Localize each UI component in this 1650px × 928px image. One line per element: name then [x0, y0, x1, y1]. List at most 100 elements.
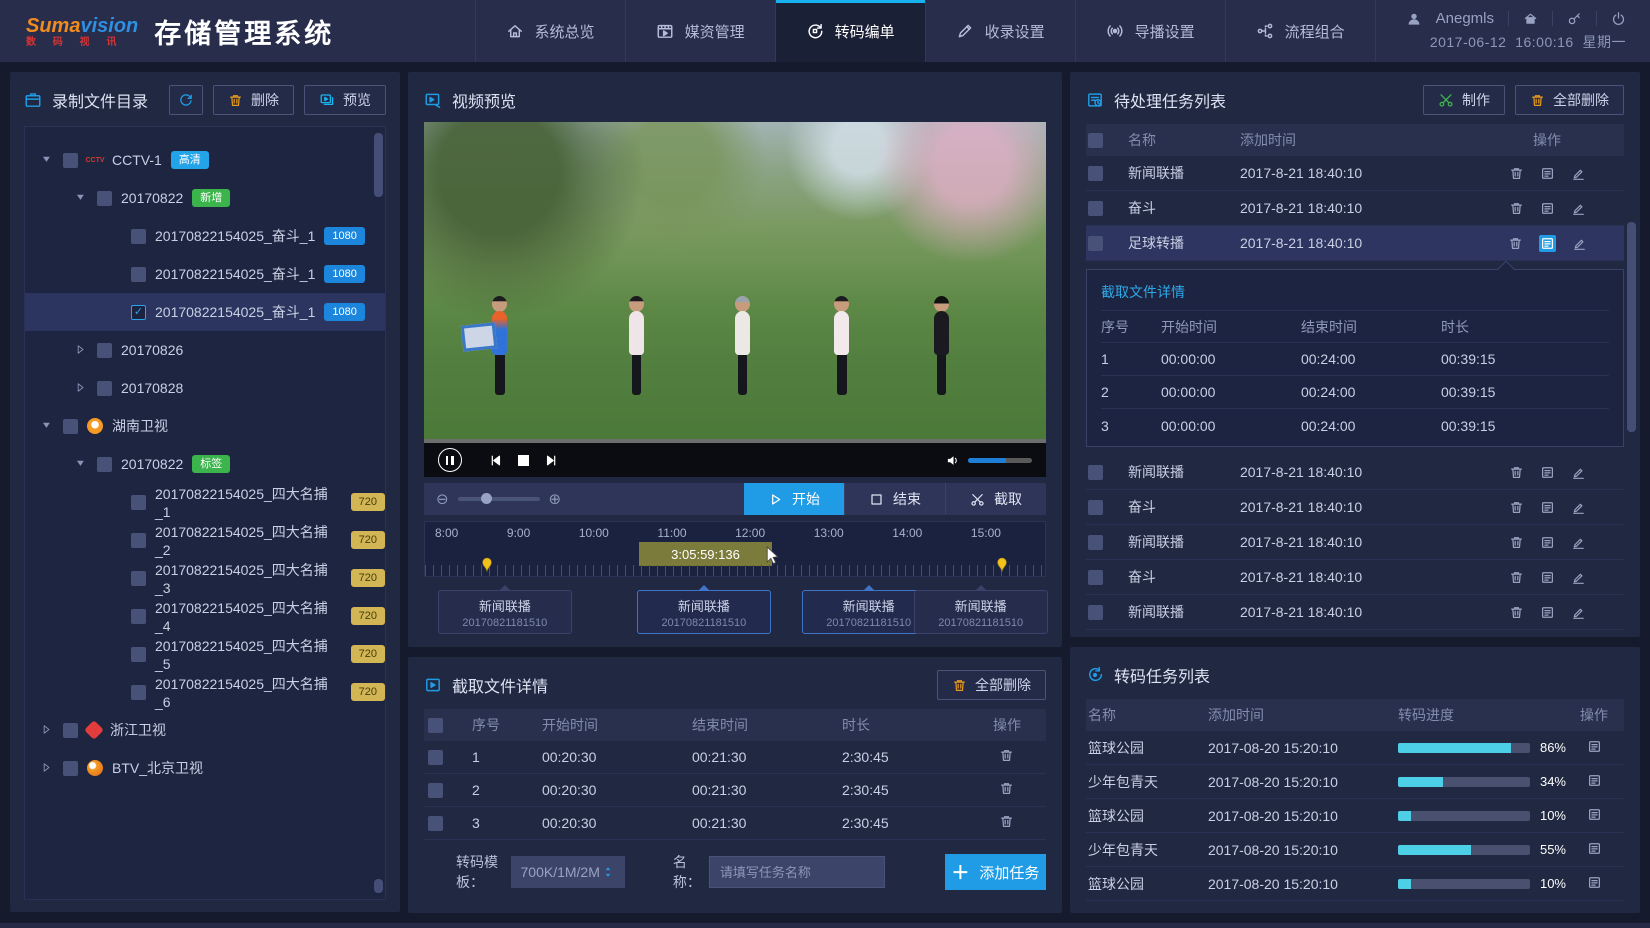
- timeline-marker-pin[interactable]: [481, 557, 492, 575]
- delete-row-icon[interactable]: [999, 814, 1014, 829]
- pending-task-row[interactable]: 足球转播2017-8-21 18:40:10: [1086, 226, 1624, 261]
- pending-task-row[interactable]: 奋斗2017-8-21 18:40:10: [1086, 490, 1624, 525]
- delete-task-icon[interactable]: [1509, 166, 1524, 181]
- scrollbar-down[interactable]: [374, 879, 383, 893]
- row-checkbox[interactable]: [1088, 236, 1103, 251]
- delete-row-icon[interactable]: [999, 748, 1014, 763]
- pending-task-row[interactable]: 新闻联播2017-8-21 18:40:10: [1086, 156, 1624, 191]
- refresh-button[interactable]: [169, 85, 203, 115]
- capture-button[interactable]: 截取: [945, 483, 1046, 515]
- make-button[interactable]: 制作: [1423, 85, 1505, 115]
- scrollbar-thumb[interactable]: [374, 133, 383, 197]
- program-clip-card[interactable]: 新闻联播20170821181510: [637, 590, 771, 634]
- next-frame-button[interactable]: [544, 453, 559, 468]
- volume-icon[interactable]: [946, 453, 961, 468]
- nav-item-record-settings[interactable]: 收录设置: [925, 0, 1075, 62]
- pending-task-row[interactable]: 新闻联播2017-8-21 18:40:10: [1086, 525, 1624, 560]
- checkbox[interactable]: [97, 457, 112, 472]
- nav-item-flow-compose[interactable]: 流程组合: [1225, 0, 1375, 62]
- pending-task-row[interactable]: 奋斗2017-8-21 18:40:10: [1086, 191, 1624, 226]
- tree-item[interactable]: BTV_北京卫视: [25, 749, 385, 787]
- delete-all-button[interactable]: 全部删除: [937, 670, 1046, 700]
- nav-item-media-assets[interactable]: 媒资管理: [625, 0, 775, 62]
- expand-icon[interactable]: [75, 380, 88, 396]
- table-row[interactable]: 100:20:3000:21:302:30:45: [424, 741, 1046, 774]
- row-checkbox[interactable]: [1088, 570, 1103, 585]
- zoom-in-icon[interactable]: ⊕: [549, 490, 562, 508]
- delete-task-icon[interactable]: [1509, 535, 1524, 550]
- edit-task-icon[interactable]: [1571, 605, 1586, 620]
- table-row[interactable]: 200:20:3000:21:302:30:45: [424, 774, 1046, 807]
- edit-task-icon[interactable]: [1571, 535, 1586, 550]
- edit-task-icon[interactable]: [1571, 465, 1586, 480]
- tree-item[interactable]: 浙江卫视: [25, 711, 385, 749]
- task-detail-icon[interactable]: [1540, 535, 1555, 550]
- checkbox[interactable]: [131, 229, 146, 244]
- row-checkbox[interactable]: [428, 816, 443, 831]
- tree-item[interactable]: 20170826: [25, 331, 385, 369]
- delete-task-icon[interactable]: [1508, 236, 1523, 251]
- tree-item[interactable]: 20170822154025_四大名捕_1720: [25, 483, 385, 521]
- prev-frame-button[interactable]: [488, 453, 503, 468]
- checkbox[interactable]: [131, 647, 146, 662]
- checkbox[interactable]: [63, 761, 78, 776]
- delete-task-icon[interactable]: [1509, 570, 1524, 585]
- task-detail-icon[interactable]: [1587, 875, 1602, 890]
- collapse-icon[interactable]: [75, 456, 88, 472]
- table-row[interactable]: 300:20:3000:21:302:30:45: [424, 807, 1046, 840]
- delete-task-icon[interactable]: [1509, 465, 1524, 480]
- home-shortcut-icon[interactable]: [1523, 11, 1538, 26]
- tree-item[interactable]: 20170822154025_四大名捕_5720: [25, 635, 385, 673]
- checkbox[interactable]: [131, 495, 146, 510]
- row-checkbox[interactable]: [1088, 500, 1103, 515]
- edit-task-icon[interactable]: [1571, 201, 1586, 216]
- checkbox[interactable]: [131, 533, 146, 548]
- checkbox[interactable]: [63, 419, 78, 434]
- row-checkbox[interactable]: [1088, 535, 1103, 550]
- task-detail-icon[interactable]: [1587, 841, 1602, 856]
- task-detail-icon[interactable]: [1540, 500, 1555, 515]
- volume-slider[interactable]: [968, 458, 1032, 463]
- template-select[interactable]: 700K/1M/2M: [511, 856, 625, 888]
- expand-icon[interactable]: [75, 342, 88, 358]
- checkbox[interactable]: [97, 381, 112, 396]
- timeline-zoom-slider[interactable]: [458, 497, 540, 501]
- tree-item[interactable]: 20170822标签: [25, 445, 385, 483]
- program-clip-card[interactable]: 新闻联播20170821181510: [914, 590, 1048, 634]
- checkbox[interactable]: [97, 343, 112, 358]
- start-button[interactable]: 开始: [744, 483, 844, 515]
- timeline-marker-pin[interactable]: [996, 557, 1007, 575]
- delete-task-icon[interactable]: [1509, 201, 1524, 216]
- expand-icon[interactable]: [41, 722, 54, 738]
- collapse-icon[interactable]: [41, 152, 54, 168]
- tree-item[interactable]: 20170822154025_四大名捕_4720: [25, 597, 385, 635]
- expand-icon[interactable]: [41, 760, 54, 776]
- checkbox[interactable]: [131, 609, 146, 624]
- delete-task-icon[interactable]: [1509, 605, 1524, 620]
- logout-icon[interactable]: [1611, 11, 1626, 26]
- task-detail-icon[interactable]: [1587, 739, 1602, 754]
- checkbox[interactable]: ✓: [131, 305, 146, 320]
- tree-item[interactable]: 湖南卫视: [25, 407, 385, 445]
- checkbox[interactable]: [131, 267, 146, 282]
- timeline-selection[interactable]: 3:05:59:136: [639, 542, 772, 566]
- tree-item[interactable]: CCTVCCTV-1高清: [25, 141, 385, 179]
- pause-button[interactable]: [438, 448, 462, 472]
- stop-button[interactable]: [518, 455, 529, 466]
- row-checkbox[interactable]: [428, 783, 443, 798]
- delete-button[interactable]: 删除: [213, 85, 294, 115]
- task-detail-icon[interactable]: [1587, 807, 1602, 822]
- task-detail-icon[interactable]: [1540, 570, 1555, 585]
- tree-item[interactable]: 20170822154025_四大名捕_6720: [25, 673, 385, 711]
- add-task-button[interactable]: ＋添加任务: [945, 854, 1046, 890]
- key-icon[interactable]: [1567, 11, 1582, 26]
- preview-button[interactable]: 预览: [304, 85, 386, 115]
- pending-task-row[interactable]: 新闻联播2017-8-21 18:40:10: [1086, 595, 1624, 630]
- tree-item[interactable]: 20170828: [25, 369, 385, 407]
- tree-item[interactable]: 20170822154025_四大名捕_3720: [25, 559, 385, 597]
- task-detail-icon[interactable]: [1587, 773, 1602, 788]
- select-all-checkbox[interactable]: [428, 718, 443, 733]
- task-detail-icon[interactable]: [1540, 201, 1555, 216]
- delete-row-icon[interactable]: [999, 781, 1014, 796]
- edit-task-icon[interactable]: [1571, 166, 1586, 181]
